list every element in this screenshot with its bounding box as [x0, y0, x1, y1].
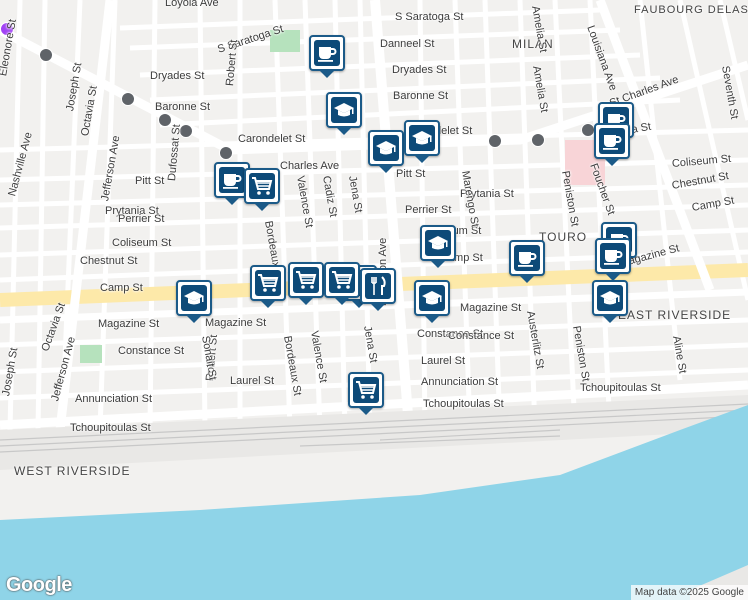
- route-shield-icon: [121, 92, 135, 106]
- grocery-icon: [255, 270, 281, 296]
- street-label: Dryades St: [392, 64, 447, 76]
- street-label: Pitt St: [135, 175, 165, 187]
- area-label-east-riverside: EAST RIVERSIDE: [618, 308, 732, 322]
- street-label: Carondelet St: [238, 133, 306, 145]
- restaurant-marker[interactable]: [360, 268, 396, 311]
- grocery-icon: [329, 267, 355, 293]
- map-attribution[interactable]: Map data ©2025 Google: [630, 585, 748, 600]
- grocery-icon: [293, 267, 319, 293]
- cafe-marker[interactable]: [309, 35, 345, 78]
- street-label: Tchoupitoulas St: [580, 382, 661, 394]
- area-label-faubourg: FAUBOURG DELASSIZE: [634, 4, 748, 16]
- cafe-icon: [219, 167, 245, 193]
- street-label: Perrier St: [118, 213, 165, 225]
- school-icon: [425, 230, 451, 256]
- school-icon: [597, 285, 623, 311]
- street-label: Baronne St: [393, 90, 449, 102]
- street-label: Annunciation St: [421, 376, 499, 388]
- school-icon: [419, 285, 445, 311]
- school-marker[interactable]: [420, 225, 456, 268]
- street-label: Laurel St: [421, 355, 466, 367]
- street-label: Danneel St: [380, 38, 435, 50]
- route-shield-icon: [219, 146, 233, 160]
- street-label: Constance St: [448, 330, 515, 342]
- grocery-marker[interactable]: [288, 262, 324, 305]
- street-label: Laurel St: [230, 375, 275, 387]
- school-marker[interactable]: [326, 92, 362, 135]
- street-label: Pitt St: [396, 168, 426, 180]
- cafe-marker[interactable]: [595, 238, 631, 281]
- grocery-icon: [249, 173, 275, 199]
- cafe-marker[interactable]: [509, 240, 545, 283]
- route-shield-icon: [531, 133, 545, 147]
- street-label: Magazine St: [98, 318, 160, 330]
- street-label: Tchoupitoulas St: [70, 422, 151, 434]
- grocery-marker[interactable]: [324, 262, 360, 305]
- map-canvas[interactable]: MILAN TOURO EAST RIVERSIDE WEST RIVERSID…: [0, 0, 748, 600]
- street-label: Magazine St: [460, 302, 522, 314]
- grocery-marker[interactable]: [348, 372, 384, 415]
- grocery-marker[interactable]: [244, 168, 280, 211]
- cafe-icon: [314, 40, 340, 66]
- school-icon: [181, 285, 207, 311]
- cafe-icon: [600, 243, 626, 269]
- school-icon: [409, 125, 435, 151]
- street-label: S Saratoga St: [395, 11, 464, 23]
- school-marker[interactable]: [176, 280, 212, 323]
- street-label: Coliseum St: [112, 237, 172, 249]
- route-shield-icon: [488, 134, 502, 148]
- school-marker[interactable]: [592, 280, 628, 323]
- school-marker[interactable]: [404, 120, 440, 163]
- school-marker[interactable]: [368, 130, 404, 173]
- area-label-touro: TOURO: [539, 230, 588, 244]
- grocery-marker[interactable]: [250, 265, 286, 308]
- street-label: Camp St: [100, 282, 143, 294]
- street-label: Chestnut St: [80, 255, 138, 267]
- street-label: Loyola Ave: [165, 0, 219, 9]
- street-label: Tchoupitoulas St: [423, 398, 504, 410]
- cafe-marker[interactable]: [594, 123, 630, 166]
- google-logo: Google: [6, 574, 72, 596]
- street-label: Baronne St: [155, 101, 211, 113]
- restaurant-icon: [365, 273, 391, 299]
- school-marker[interactable]: [414, 280, 450, 323]
- route-shield-icon: [39, 48, 53, 62]
- school-icon: [373, 135, 399, 161]
- area-label-west-riverside: WEST RIVERSIDE: [14, 464, 131, 478]
- street-label: Constance St: [118, 345, 185, 357]
- street-label: Charles Ave: [280, 160, 340, 172]
- street-label: Annunciation St: [75, 393, 153, 405]
- route-shield-icon: [581, 123, 595, 137]
- street-label: Dryades St: [150, 70, 205, 82]
- grocery-icon: [353, 377, 379, 403]
- street-label: Magazine St: [205, 317, 267, 329]
- cafe-icon: [599, 128, 625, 154]
- cafe-icon: [514, 245, 540, 271]
- street-label: Perrier St: [405, 204, 452, 216]
- school-icon: [331, 97, 357, 123]
